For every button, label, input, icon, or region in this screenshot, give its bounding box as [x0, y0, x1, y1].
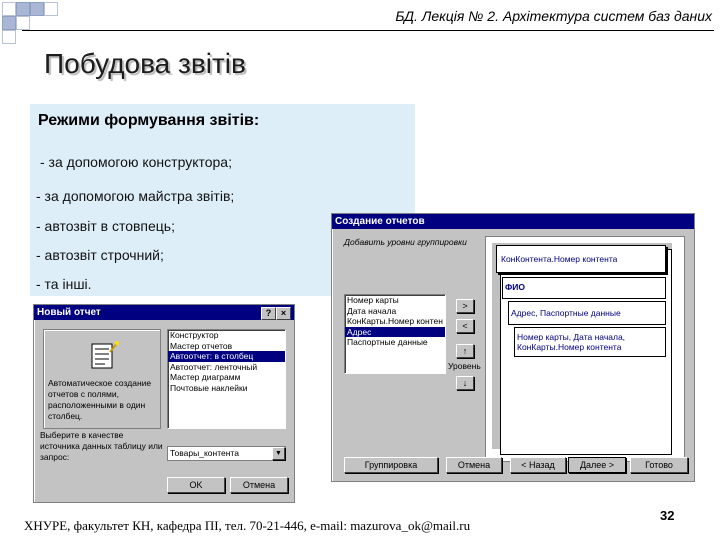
- add-field-button[interactable]: >: [456, 299, 474, 313]
- page-number: 32: [660, 508, 675, 523]
- list-item[interactable]: Автоотчет: в столбец: [168, 351, 285, 362]
- list-item: - за допомогою конструктора;: [40, 154, 232, 170]
- list-item[interactable]: КонКарты.Номер контен: [345, 316, 445, 327]
- report-type-list[interactable]: Конструктор Мастер отчетов Автоотчет: в …: [167, 329, 286, 429]
- list-item[interactable]: Паспортные данные: [345, 337, 445, 348]
- help-icon[interactable]: ?: [261, 307, 276, 320]
- preview-line1: Адрес, Паспортные данные: [508, 301, 666, 325]
- list-item: - автозвіт строчний;: [36, 247, 164, 263]
- new-report-dialog: Новый отчет ? × Автоматическое создание …: [33, 304, 295, 503]
- next-button[interactable]: Далее >: [568, 457, 626, 473]
- course-header: БД. Лекція № 2. Архітектура систем баз д…: [395, 8, 712, 24]
- list-item[interactable]: Автоотчет: ленточный: [168, 362, 285, 373]
- new-report-title: Новый отчет: [34, 305, 294, 320]
- list-item: - за допомогою майстра звітів;: [36, 188, 235, 204]
- footer-text: ХНУРЕ, факультет КН, кафедра ПІ, тел. 70…: [24, 518, 471, 533]
- layout-preview: КонКонтента.Номер контента ФИО Адрес, Па…: [485, 236, 685, 462]
- slide-title: Побудова звітів: [44, 48, 246, 79]
- decor-square: [2, 2, 16, 16]
- close-icon[interactable]: ×: [276, 307, 291, 320]
- preview-fio: ФИО: [502, 277, 666, 299]
- decor-square: [30, 2, 44, 16]
- source-select[interactable]: Товары_контента ▼: [167, 446, 286, 461]
- priority-label: Уровень: [448, 361, 481, 371]
- back-button[interactable]: < Назад: [510, 457, 566, 473]
- list-item[interactable]: Мастер отчетов: [168, 341, 285, 352]
- ok-button[interactable]: OK: [167, 477, 225, 493]
- decor-square: [16, 16, 30, 30]
- list-item[interactable]: Номер карты: [345, 295, 445, 306]
- header-divider: [22, 30, 714, 31]
- option-description: Автоматическое создание отчетов с полями…: [48, 378, 152, 421]
- wizard-title: Создание отчетов: [332, 214, 694, 229]
- report-wizard-icon: [90, 340, 119, 370]
- report-wizard-dialog: Создание отчетов Добавить уровни группир…: [331, 213, 695, 482]
- field-list[interactable]: Номер карты Дата начала КонКарты.Номер к…: [344, 294, 446, 374]
- list-item: - та інші.: [36, 276, 92, 292]
- source-value: Товары_контента: [170, 448, 239, 458]
- remove-field-button[interactable]: <: [456, 319, 474, 333]
- preview-group-top: КонКонтента.Номер контента: [496, 245, 666, 273]
- preview-box: Автоматическое создание отчетов с полями…: [43, 329, 161, 429]
- wizard-prompt: Добавить уровни группировки: [344, 237, 467, 247]
- list-item[interactable]: Мастер диаграмм: [168, 372, 285, 383]
- list-item[interactable]: Почтовые наклейки: [168, 383, 285, 394]
- preview-line1-text: Адрес, Паспортные данные: [511, 308, 621, 318]
- panel-heading: Режими формування звітів:: [38, 112, 260, 129]
- chevron-down-icon[interactable]: ▼: [272, 447, 285, 460]
- decor-square: [44, 2, 58, 16]
- priority-up-button[interactable]: ↑: [456, 344, 474, 358]
- list-item[interactable]: Дата начала: [345, 306, 445, 317]
- list-item[interactable]: Конструктор: [168, 330, 285, 341]
- preview-fio-text: ФИО: [505, 282, 525, 292]
- grouping-options-button[interactable]: Группировка: [344, 457, 438, 473]
- preview-top-text: КонКонтента.Номер контента: [501, 254, 618, 264]
- decor-square: [2, 16, 16, 30]
- source-prompt: Выберите в качестве источника данных таб…: [40, 430, 163, 462]
- list-item: - автозвіт в стовпець;: [36, 218, 175, 234]
- preview-line2: Номер карты, Дата начала, КонКарты.Номер…: [514, 327, 666, 357]
- priority-down-button[interactable]: ↓: [456, 376, 474, 390]
- finish-button[interactable]: Готово: [630, 457, 688, 473]
- preview-line2-text: Номер карты, Дата начала, КонКарты.Номер…: [517, 332, 626, 352]
- decor-square: [16, 2, 30, 16]
- cancel-button[interactable]: Отмена: [230, 477, 288, 493]
- decor-square: [2, 30, 16, 44]
- list-item[interactable]: Адрес: [345, 326, 445, 338]
- cancel-button[interactable]: Отмена: [446, 457, 502, 473]
